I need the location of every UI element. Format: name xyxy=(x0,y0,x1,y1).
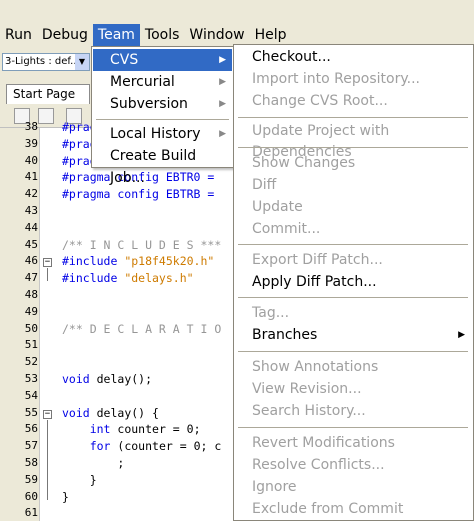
code-line: void delay(); xyxy=(62,372,153,386)
line-number: 49 xyxy=(24,304,38,318)
menu-bar: Run Debug Team Tools Window Help xyxy=(0,24,474,46)
line-number: 51 xyxy=(24,338,38,352)
team-menu-item-local-history[interactable]: Local History ▶ xyxy=(93,123,232,145)
menu-separator xyxy=(238,351,468,352)
cvs-item-ignore[interactable]: Ignore xyxy=(235,477,471,498)
line-number: 41 xyxy=(24,170,38,184)
cvs-item-exclude-commit[interactable]: Exclude from Commit xyxy=(235,499,471,520)
code-line: /** I N C L U D E S *** xyxy=(62,237,222,252)
cvs-item-show-annotations[interactable]: Show Annotations xyxy=(235,357,471,378)
menu-separator xyxy=(238,147,468,148)
team-menu-item-create-build-job[interactable]: Create Build Job... xyxy=(93,145,232,186)
code-line: #include "p18f45k20.h" xyxy=(62,254,215,269)
chevron-down-icon[interactable]: ▼ xyxy=(75,54,89,70)
menu-window[interactable]: Window xyxy=(184,24,249,46)
cvs-item-diff[interactable]: Diff xyxy=(235,175,471,196)
title-strip xyxy=(0,0,474,24)
submenu-arrow-icon: ▶ xyxy=(219,99,226,109)
code-line: int counter = 0; xyxy=(89,422,201,437)
code-line: for (counter = 0; c xyxy=(89,439,222,454)
menu-team[interactable]: Team xyxy=(92,24,140,46)
menu-run[interactable]: Run xyxy=(0,24,37,46)
main-toolbar: 3-Lights : def... ▼ xyxy=(0,46,100,80)
line-number: 61 xyxy=(24,506,38,520)
line-number: 57 xyxy=(24,439,38,453)
cvs-item-commit[interactable]: Commit... xyxy=(235,219,471,240)
team-menu-item-label: Local History xyxy=(110,126,201,142)
menu-help[interactable]: Help xyxy=(250,24,292,46)
menu-separator xyxy=(238,117,468,118)
submenu-arrow-icon: ▶ xyxy=(458,330,465,340)
team-menu-item-mercurial[interactable]: Mercurial ▶ xyxy=(93,71,232,93)
line-number: 38 xyxy=(24,120,38,133)
line-number: 54 xyxy=(24,388,38,402)
line-number: 42 xyxy=(24,187,38,201)
project-config-combo[interactable]: 3-Lights : def... ▼ xyxy=(2,53,90,71)
team-menu: CVS ▶ Mercurial ▶ Subversion ▶ Local His… xyxy=(91,46,234,186)
line-number: 52 xyxy=(24,355,38,369)
fold-toggle-icon[interactable]: − xyxy=(43,258,52,268)
cvs-item-tag[interactable]: Tag... xyxy=(235,303,471,324)
fold-guide xyxy=(47,419,48,500)
team-menu-item-label: Subversion xyxy=(110,96,188,112)
cvs-item-revert[interactable]: Revert Modifications xyxy=(235,433,471,454)
line-number: 45 xyxy=(24,237,38,251)
line-number: 43 xyxy=(24,204,38,217)
cvs-item-import[interactable]: Import into Repository... xyxy=(235,69,471,90)
cvs-item-change-root[interactable]: Change CVS Root... xyxy=(235,91,471,112)
line-number: 53 xyxy=(24,372,38,385)
team-menu-item-label: Mercurial xyxy=(110,74,175,90)
cvs-item-checkout[interactable]: Checkout... xyxy=(235,47,471,68)
cvs-item-show-changes[interactable]: Show Changes xyxy=(235,153,471,174)
cvs-submenu: Checkout... Import into Repository... Ch… xyxy=(233,44,474,521)
cvs-item-update[interactable]: Update xyxy=(235,197,471,218)
cvs-item-branches-label: Branches xyxy=(252,327,318,343)
cvs-item-view-revision[interactable]: View Revision... xyxy=(235,379,471,400)
fold-toggle-icon[interactable]: − xyxy=(43,409,52,419)
cvs-item-search-history[interactable]: Search History... xyxy=(235,401,471,422)
project-config-value: 3-Lights : def... xyxy=(5,56,80,67)
cvs-item-resolve-conflicts[interactable]: Resolve Conflicts... xyxy=(235,455,471,476)
line-number: 50 xyxy=(24,321,38,335)
line-number: 39 xyxy=(24,136,38,150)
menu-separator xyxy=(238,427,468,428)
cvs-item-export-diff[interactable]: Export Diff Patch... xyxy=(235,250,471,271)
line-number: 55 xyxy=(24,405,38,419)
cvs-item-branches[interactable]: Branches ▶ xyxy=(235,325,471,346)
line-number: 56 xyxy=(24,422,38,436)
code-line: } xyxy=(62,472,97,487)
line-number-gutter: 38 39 40 41 42 43 44 45 46 47 48 49 50 51 52 53 54 55 56 57… xyxy=(0,120,40,521)
back-icon[interactable] xyxy=(38,108,54,124)
menu-separator xyxy=(238,297,468,298)
line-number: 58 xyxy=(24,456,38,469)
team-menu-item-cvs[interactable]: CVS ▶ xyxy=(93,49,232,71)
line-number: 44 xyxy=(24,220,38,234)
menu-tools[interactable]: Tools xyxy=(140,24,185,46)
code-line: #pragma config EBTRB = xyxy=(62,187,215,202)
team-menu-item-subversion[interactable]: Subversion ▶ xyxy=(93,93,232,115)
code-line: void delay() { xyxy=(62,405,159,420)
code-line: } xyxy=(62,489,69,504)
team-menu-item-label: CVS xyxy=(110,52,139,68)
editor-tabs: Start Page xyxy=(0,80,100,104)
line-number: 46 xyxy=(24,254,38,268)
line-number: 48 xyxy=(24,288,38,301)
code-line: #include "delays.h" xyxy=(62,271,194,286)
line-number: 60 xyxy=(24,489,38,503)
submenu-arrow-icon: ▶ xyxy=(219,77,226,87)
submenu-arrow-icon: ▶ xyxy=(219,55,226,65)
menu-separator xyxy=(238,244,468,245)
code-line: /** D E C L A R A T I O xyxy=(62,321,222,336)
line-number: 59 xyxy=(24,472,38,486)
fold-guide xyxy=(47,268,48,282)
menu-debug[interactable]: Debug xyxy=(37,24,93,46)
line-number: 47 xyxy=(24,271,38,285)
code-line: ; xyxy=(62,456,125,470)
menu-separator xyxy=(96,119,229,120)
line-number: 40 xyxy=(24,153,38,167)
cvs-item-apply-diff[interactable]: Apply Diff Patch... xyxy=(235,272,471,293)
cvs-item-update-project[interactable]: Update Project with Dependencies xyxy=(235,121,471,160)
submenu-arrow-icon: ▶ xyxy=(219,129,226,139)
tab-start-page[interactable]: Start Page xyxy=(6,84,90,104)
